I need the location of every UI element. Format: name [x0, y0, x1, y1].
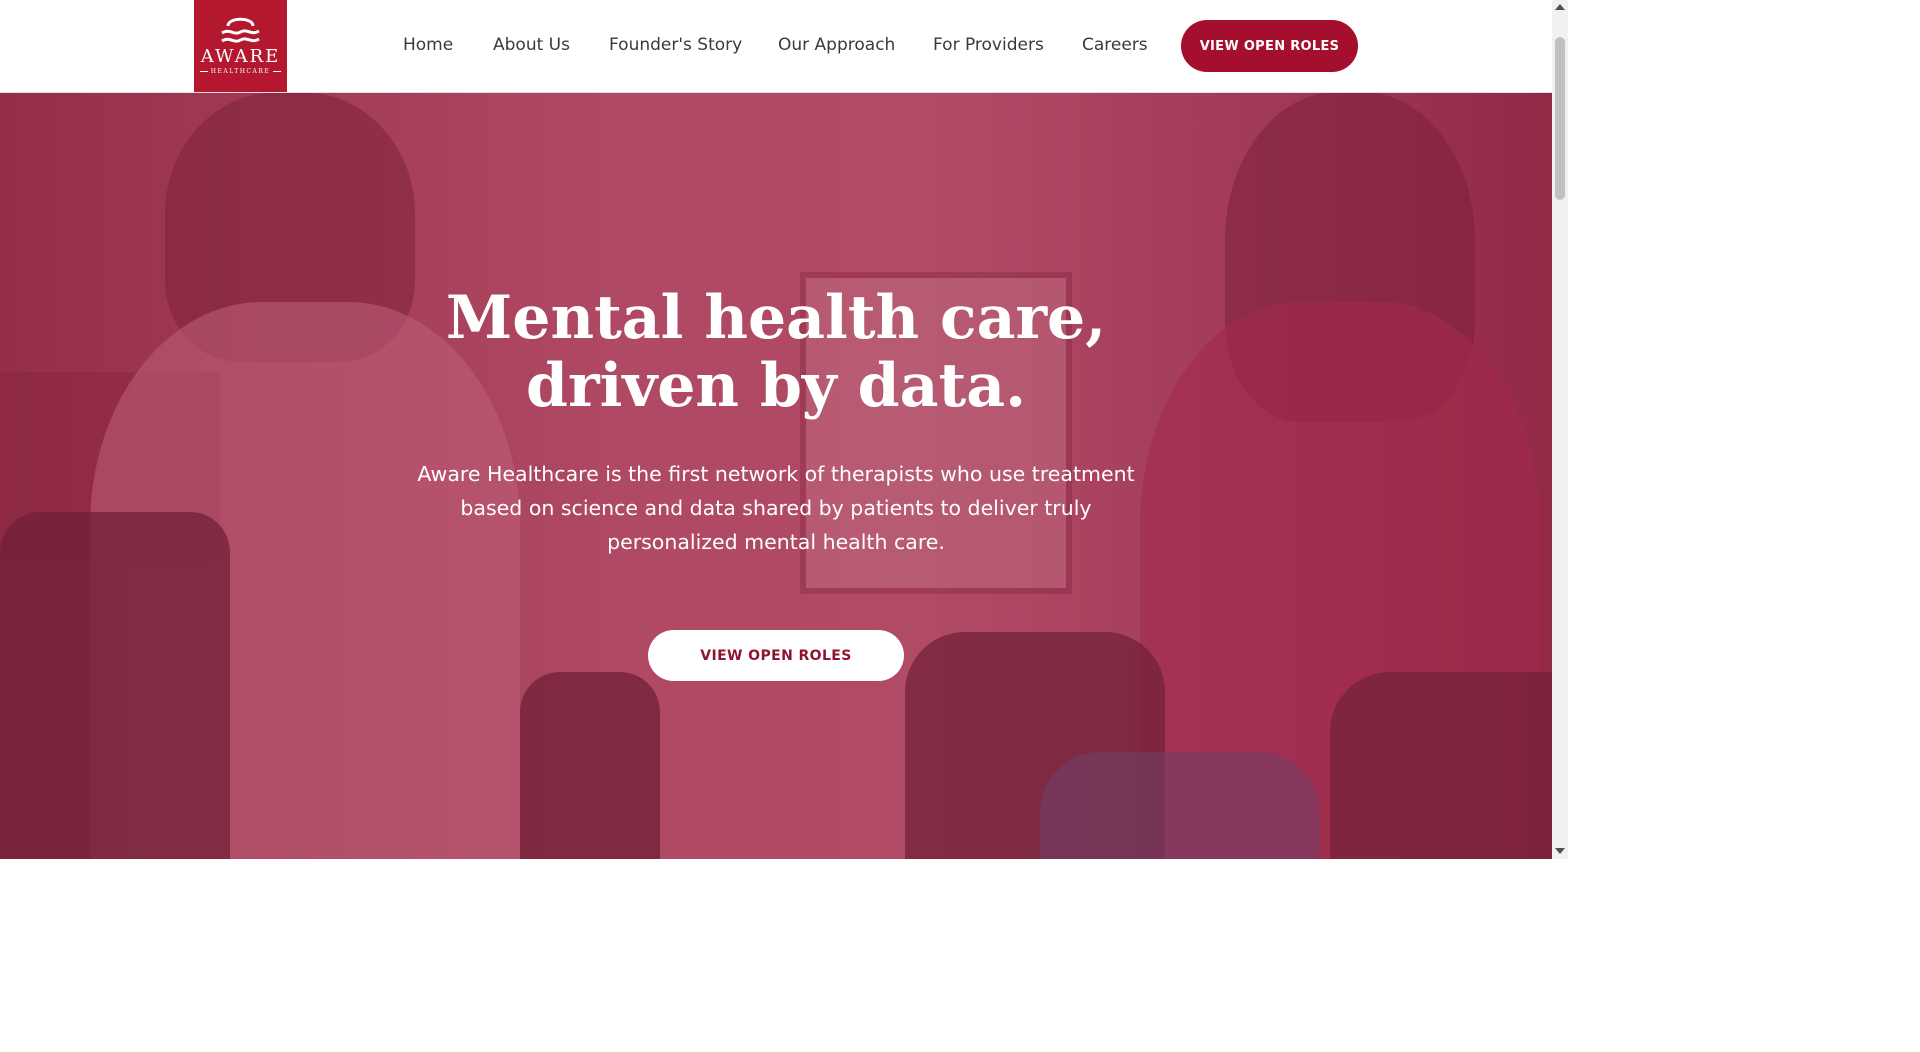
hero-title: Mental health care, driven by data. [276, 284, 1276, 420]
page-scrollbar[interactable] [1552, 0, 1568, 859]
site-header: AWARE HEALTHCARE Home About Us Founder's… [0, 0, 1552, 93]
hero-content: Mental health care, driven by data. Awar… [0, 92, 1552, 859]
scroll-down-arrow-icon[interactable] [1555, 848, 1565, 854]
brand-logo[interactable]: AWARE HEALTHCARE [194, 0, 287, 92]
hero-title-line-2: driven by data. [526, 351, 1026, 421]
hero-section: Mental health care, driven by data. Awar… [0, 92, 1552, 859]
brand-name: AWARE [200, 46, 281, 67]
nav-for-providers[interactable]: For Providers [933, 35, 1044, 55]
hero-title-line-1: Mental health care, [445, 283, 1107, 353]
scrollbar-thumb[interactable] [1555, 37, 1565, 200]
brand-subtitle: HEALTHCARE [194, 68, 287, 75]
nav-careers[interactable]: Careers [1082, 35, 1148, 55]
nav-home[interactable]: Home [403, 35, 453, 55]
nav-founders-story[interactable]: Founder's Story [609, 35, 742, 55]
aware-wave-logo-icon [221, 17, 260, 43]
nav-our-approach[interactable]: Our Approach [778, 35, 895, 55]
nav-about-us[interactable]: About Us [493, 35, 570, 55]
hero-view-open-roles-button[interactable]: VIEW OPEN ROLES [648, 630, 904, 681]
header-view-open-roles-button[interactable]: VIEW OPEN ROLES [1181, 20, 1358, 72]
hero-description: Aware Healthcare is the first network of… [417, 462, 1135, 554]
scroll-up-arrow-icon[interactable] [1555, 4, 1565, 10]
